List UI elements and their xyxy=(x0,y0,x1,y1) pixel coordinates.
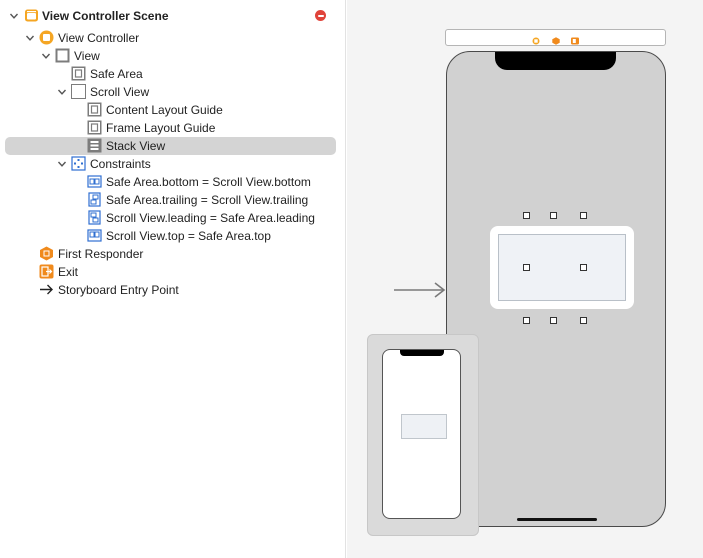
view-icon xyxy=(55,48,70,63)
outline-label: Frame Layout Guide xyxy=(106,121,216,135)
resize-handle[interactable] xyxy=(580,212,587,219)
stack-view-selected[interactable] xyxy=(498,234,626,301)
scene-icon xyxy=(24,8,39,23)
resize-handle[interactable] xyxy=(523,317,530,324)
exit-dock-icon[interactable] xyxy=(571,34,579,45)
safe-area-icon xyxy=(71,66,86,81)
preview-notch xyxy=(400,350,444,356)
outline-row-constraint-top[interactable]: Scroll View.top = Safe Area.top xyxy=(0,227,346,245)
entry-point-arrow-icon xyxy=(39,282,54,297)
first-responder-dock-icon[interactable] xyxy=(552,34,560,45)
outline-label: Scroll View.leading = Safe Area.leading xyxy=(106,211,315,225)
chevron-down-icon[interactable] xyxy=(56,86,68,98)
outline-row-storyboard-entry-point[interactable]: Storyboard Entry Point xyxy=(0,281,346,299)
stack-view-icon xyxy=(87,138,102,153)
device-notch xyxy=(495,52,616,70)
outline-row-exit[interactable]: Exit xyxy=(0,263,346,281)
outline-label: Stack View xyxy=(106,139,166,153)
resize-handle[interactable] xyxy=(523,264,530,271)
outline-row-constraint-leading[interactable]: Scroll View.leading = Safe Area.leading xyxy=(0,209,346,227)
outline-label: Safe Area.trailing = Scroll View.trailin… xyxy=(106,193,309,207)
outline-row-constraints[interactable]: Constraints xyxy=(0,155,346,173)
constraints-icon xyxy=(71,156,86,171)
outline-row-view-controller-scene[interactable]: View Controller Scene xyxy=(0,7,346,25)
outline-label: View Controller xyxy=(58,31,140,45)
first-responder-icon xyxy=(39,246,54,261)
outline-label: Constraints xyxy=(90,157,151,171)
chevron-down-icon[interactable] xyxy=(8,10,20,22)
outline-row-first-responder[interactable]: First Responder xyxy=(0,245,346,263)
scene-dock[interactable] xyxy=(445,29,666,46)
outline-row-view[interactable]: View xyxy=(0,47,346,65)
outline-label: Exit xyxy=(58,265,79,279)
outline-label: Scroll View xyxy=(90,85,150,99)
document-outline: View Controller Scene View Controller Vi… xyxy=(0,0,346,558)
constraint-icon xyxy=(87,228,102,243)
view-controller-dock-icon[interactable] xyxy=(532,34,540,45)
outline-row-safe-area[interactable]: Safe Area xyxy=(0,65,346,83)
resize-handle[interactable] xyxy=(580,317,587,324)
outline-label: First Responder xyxy=(58,247,144,261)
chevron-down-icon[interactable] xyxy=(56,158,68,170)
layout-guide-icon xyxy=(87,102,102,117)
chevron-down-icon[interactable] xyxy=(24,32,36,44)
storyboard-entry-arrow-icon[interactable] xyxy=(394,280,446,300)
outline-label: Safe Area.bottom = Scroll View.bottom xyxy=(106,175,311,189)
outline-row-constraint-trailing[interactable]: Safe Area.trailing = Scroll View.trailin… xyxy=(0,191,346,209)
outline-label: Storyboard Entry Point xyxy=(58,283,179,297)
outline-row-constraint-bottom[interactable]: Safe Area.bottom = Scroll View.bottom xyxy=(0,173,346,191)
view-controller-icon xyxy=(39,30,54,45)
outline-row-frame-layout-guide[interactable]: Frame Layout Guide xyxy=(0,119,346,137)
home-indicator xyxy=(517,518,597,521)
outline-label: Scroll View.top = Safe Area.top xyxy=(106,229,271,243)
outline-label: View Controller Scene xyxy=(42,9,169,23)
resize-handle[interactable] xyxy=(550,212,557,219)
exit-icon xyxy=(39,264,54,279)
outline-row-content-layout-guide[interactable]: Content Layout Guide xyxy=(0,101,346,119)
preview-stack-view xyxy=(401,414,447,439)
outline-label: Content Layout Guide xyxy=(106,103,223,117)
resize-handle[interactable] xyxy=(523,212,530,219)
resize-handle[interactable] xyxy=(550,317,557,324)
outline-label: View xyxy=(74,49,100,63)
resize-handle[interactable] xyxy=(580,264,587,271)
constraint-icon xyxy=(87,192,102,207)
constraint-icon xyxy=(87,174,102,189)
error-badge-icon[interactable] xyxy=(315,10,326,21)
outline-row-stack-view[interactable]: Stack View xyxy=(0,137,346,155)
scroll-view-icon xyxy=(71,84,86,99)
chevron-down-icon[interactable] xyxy=(40,50,52,62)
outline-row-view-controller[interactable]: View Controller xyxy=(0,29,346,47)
constraint-icon xyxy=(87,210,102,225)
layout-guide-icon xyxy=(87,120,102,135)
outline-label: Safe Area xyxy=(90,67,143,81)
outline-row-scroll-view[interactable]: Scroll View xyxy=(0,83,346,101)
